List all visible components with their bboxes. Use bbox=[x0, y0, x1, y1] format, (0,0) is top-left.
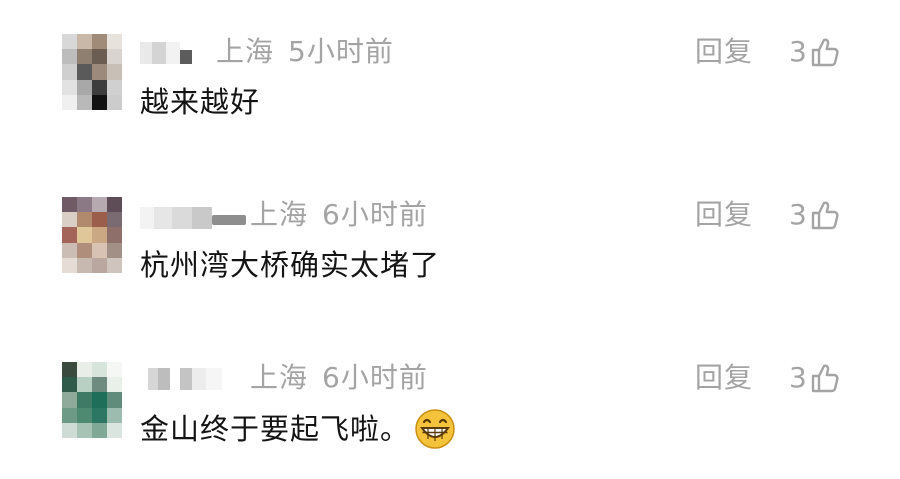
comment-meta: 上海 5小时前 bbox=[216, 36, 394, 68]
timestamp: 6小时前 bbox=[322, 198, 428, 231]
thumbs-up-icon bbox=[811, 38, 839, 67]
comment-meta: 上海 6小时前 bbox=[250, 362, 428, 394]
grin-emoji-icon bbox=[415, 409, 455, 449]
like-button[interactable]: 3 bbox=[789, 362, 841, 394]
timestamp: 6小时前 bbox=[322, 361, 428, 394]
like-count: 3 bbox=[789, 35, 807, 68]
avatar[interactable] bbox=[62, 34, 122, 110]
location: 上海 bbox=[216, 35, 275, 68]
comment-body: 金山终于要起飞啦。 bbox=[140, 412, 411, 446]
thumbs-up-icon bbox=[811, 201, 839, 230]
comment-item: 上海 6小时前 回复 3 杭州湾大桥确实太堵了 bbox=[0, 163, 900, 313]
username-blurred[interactable] bbox=[148, 368, 236, 390]
comment-meta: 上海 6小时前 bbox=[250, 199, 428, 231]
username-blurred[interactable] bbox=[140, 207, 246, 229]
avatar[interactable] bbox=[62, 362, 122, 438]
reply-button[interactable]: 回复 bbox=[695, 36, 753, 68]
username-blurred[interactable] bbox=[140, 42, 202, 64]
avatar[interactable] bbox=[62, 197, 122, 273]
reply-button[interactable]: 回复 bbox=[695, 362, 753, 394]
comment-text: 金山终于要起飞啦。 bbox=[140, 408, 456, 450]
reply-button[interactable]: 回复 bbox=[695, 199, 753, 231]
comment-body: 杭州湾大桥确实太堵了 bbox=[140, 248, 441, 282]
like-button[interactable]: 3 bbox=[789, 36, 841, 68]
like-button[interactable]: 3 bbox=[789, 199, 841, 231]
timestamp: 5小时前 bbox=[288, 35, 394, 68]
location: 上海 bbox=[250, 198, 309, 231]
comment-text: 越来越好 bbox=[140, 84, 260, 120]
comment-body: 越来越好 bbox=[140, 85, 261, 119]
comment-text: 杭州湾大桥确实太堵了 bbox=[140, 247, 440, 283]
comment-item: 上海 5小时前 回复 3 越来越好 bbox=[0, 0, 900, 150]
comment-item: 上海 6小时前 回复 3 金山终于要起飞啦。 bbox=[0, 326, 900, 476]
location: 上海 bbox=[250, 361, 309, 394]
like-count: 3 bbox=[789, 198, 807, 231]
thumbs-up-icon bbox=[811, 364, 839, 393]
like-count: 3 bbox=[789, 361, 807, 394]
